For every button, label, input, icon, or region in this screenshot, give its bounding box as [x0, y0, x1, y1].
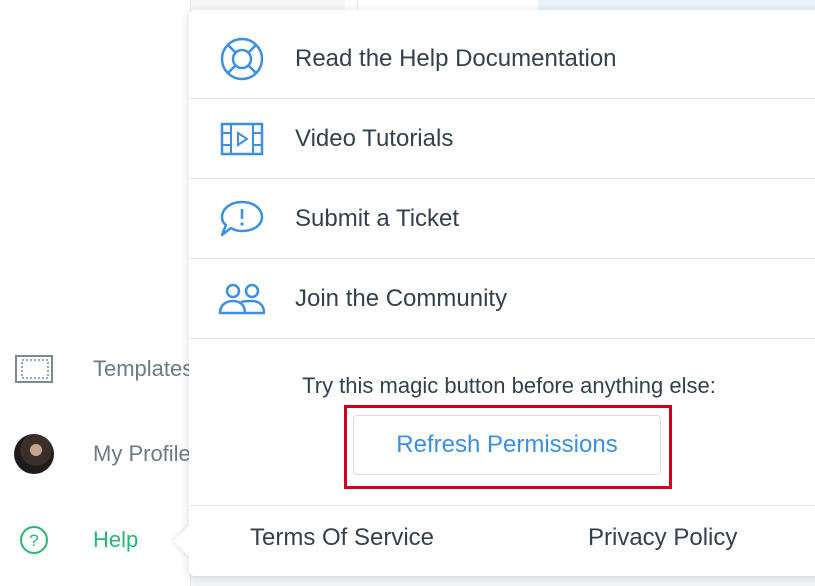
menu-item-help-documentation[interactable]: Read the Help Documentation	[189, 19, 815, 99]
sidebar-item-my-profile[interactable]: My Profile	[0, 424, 191, 484]
privacy-policy-link[interactable]: Privacy Policy	[588, 524, 737, 552]
menu-item-label: Read the Help Documentation	[295, 44, 617, 72]
chat-alert-icon	[217, 194, 267, 244]
sidebar: Templates My Profile ? Help	[0, 0, 194, 586]
menu-item-video-tutorials[interactable]: Video Tutorials	[189, 99, 815, 179]
menu-item-join-community[interactable]: Join the Community	[189, 259, 815, 339]
popover-footer: Terms Of Service Privacy Policy	[189, 505, 815, 577]
sidebar-item-label: Help	[93, 527, 139, 552]
help-popover: Read the Help Documentation Video Tutori…	[173, 10, 815, 577]
sidebar-item-help[interactable]: ? Help	[0, 510, 190, 570]
film-icon	[217, 114, 267, 164]
menu-item-label: Join the Community	[295, 284, 508, 312]
magic-button-prompt: Try this magic button before anything el…	[302, 373, 716, 398]
menu-item-submit-ticket[interactable]: Submit a Ticket	[189, 179, 815, 259]
lifebuoy-icon	[217, 34, 267, 84]
sidebar-item-label: My Profile	[93, 441, 191, 466]
svg-text:?: ?	[29, 531, 38, 550]
menu-item-label: Video Tutorials	[295, 124, 454, 152]
template-icon	[14, 349, 54, 389]
terms-of-service-link[interactable]: Terms Of Service	[250, 524, 434, 552]
menu-item-label: Submit a Ticket	[295, 204, 460, 232]
sidebar-item-label: Templates	[93, 356, 194, 381]
refresh-permissions-button[interactable]: Refresh Permissions	[353, 415, 661, 475]
sidebar-item-templates[interactable]: Templates	[0, 339, 194, 399]
question-circle-icon: ?	[14, 520, 54, 560]
avatar	[14, 434, 54, 474]
users-icon	[217, 274, 267, 324]
